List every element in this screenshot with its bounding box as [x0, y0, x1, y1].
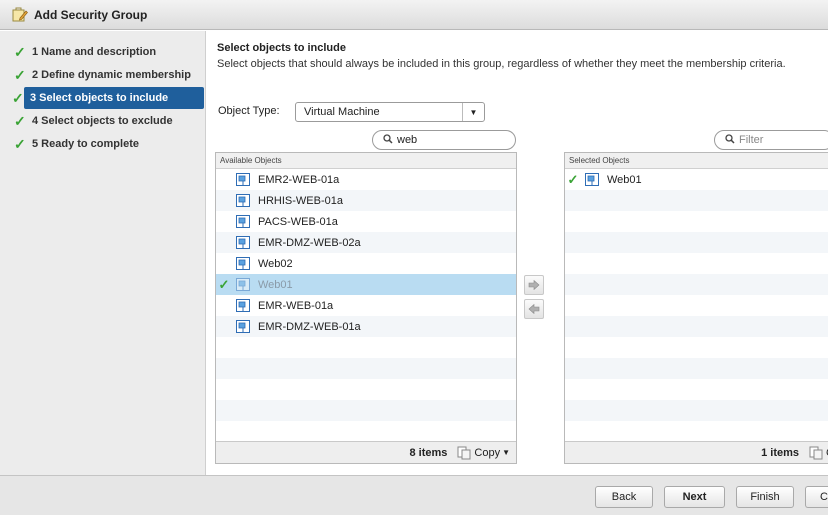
virtual-machine-icon	[236, 277, 252, 292]
item-label: EMR-DMZ-WEB-02a	[258, 236, 361, 249]
step-label: 5 Ready to complete	[32, 138, 139, 150]
step-select-objects-to-exclude[interactable]: ✓ 4 Select objects to exclude	[0, 110, 205, 132]
virtual-machine-icon	[236, 214, 252, 229]
available-objects-list[interactable]: Available Objects EMR2-WEB-01a HRHIS-WEB…	[215, 152, 517, 464]
selected-footer: 1 items C	[565, 441, 828, 463]
arrow-right-icon	[528, 280, 540, 290]
dropdown-arrow-icon[interactable]: ▼	[462, 103, 484, 121]
copy-button[interactable]: Copy ▼	[457, 446, 510, 460]
step-define-dynamic-membership[interactable]: ✓ 2 Define dynamic membership	[0, 64, 205, 86]
copy-icon	[809, 446, 823, 460]
selected-objects-header: Selected Objects	[565, 153, 828, 169]
list-item[interactable]: EMR2-WEB-01a	[216, 169, 516, 190]
dialog-titlebar: Add Security Group	[0, 0, 828, 30]
search-value: web	[397, 134, 418, 146]
copy-button[interactable]: C	[809, 446, 828, 460]
page-title: Select objects to include	[217, 42, 346, 54]
virtual-machine-icon	[585, 172, 601, 187]
search-icon	[725, 133, 735, 147]
search-icon	[383, 133, 393, 147]
item-count: 1 items	[761, 446, 800, 459]
item-count: 8 items	[409, 446, 448, 459]
virtual-machine-icon	[236, 193, 252, 208]
back-button[interactable]: Back	[595, 486, 653, 508]
cancel-button[interactable]: C	[805, 486, 828, 508]
arrow-left-icon	[528, 304, 540, 314]
list-item[interactable]: EMR-DMZ-WEB-02a	[216, 232, 516, 253]
list-item[interactable]: Web02	[216, 253, 516, 274]
step-select-objects-to-include[interactable]: ✓ 3 Select objects to include	[12, 87, 204, 109]
caret-down-icon: ▼	[502, 448, 510, 457]
dialog-footer: Back Next Finish C	[0, 475, 828, 515]
step-label: 2 Define dynamic membership	[32, 69, 191, 81]
check-icon: ✓	[14, 43, 26, 60]
item-label: EMR-WEB-01a	[258, 299, 334, 312]
copy-icon	[457, 446, 471, 460]
item-label: Web01	[607, 173, 642, 186]
check-icon: ✓	[14, 66, 26, 83]
step-content: Select objects to include Select objects…	[207, 31, 828, 475]
selected-rows: ✓ Web01	[565, 169, 828, 442]
check-icon: ✓	[218, 276, 230, 292]
check-icon: ✓	[14, 135, 26, 152]
dialog-title: Add Security Group	[34, 7, 148, 22]
security-group-icon	[12, 7, 28, 22]
object-type-select[interactable]: Virtual Machine ▼	[295, 102, 485, 122]
next-button[interactable]: Next	[664, 486, 725, 508]
list-item[interactable]: PACS-WEB-01a	[216, 211, 516, 232]
page-description: Select objects that should always be inc…	[217, 58, 786, 70]
virtual-machine-icon	[236, 319, 252, 334]
step-label: 1 Name and description	[32, 46, 157, 58]
list-item[interactable]: EMR-DMZ-WEB-01a	[216, 316, 516, 337]
item-label: Web02	[258, 257, 293, 270]
available-rows: EMR2-WEB-01a HRHIS-WEB-01a PACS-WEB-01a …	[216, 169, 516, 442]
virtual-machine-icon	[236, 298, 252, 313]
virtual-machine-icon	[236, 256, 252, 271]
available-search-input[interactable]: web	[372, 130, 516, 150]
step-name-and-description[interactable]: ✓ 1 Name and description	[0, 41, 205, 63]
wizard-steps: ✓ 1 Name and description ✓ 2 Define dyna…	[0, 31, 206, 475]
check-icon: ✓	[12, 89, 24, 106]
selected-filter-input[interactable]: Filter	[714, 130, 828, 150]
virtual-machine-icon	[236, 172, 252, 187]
item-label: EMR2-WEB-01a	[258, 173, 340, 186]
check-icon: ✓	[567, 171, 579, 187]
virtual-machine-icon	[236, 235, 252, 250]
list-item[interactable]: HRHIS-WEB-01a	[216, 190, 516, 211]
item-label: HRHIS-WEB-01a	[258, 194, 343, 207]
object-type-label: Object Type:	[218, 105, 280, 117]
available-footer: 8 items Copy ▼	[216, 441, 516, 463]
item-label: PACS-WEB-01a	[258, 215, 338, 228]
step-label: 3 Select objects to include	[30, 92, 169, 104]
step-ready-to-complete[interactable]: ✓ 5 Ready to complete	[0, 133, 205, 155]
check-icon: ✓	[14, 112, 26, 129]
step-label: 4 Select objects to exclude	[32, 115, 173, 127]
list-item-selected[interactable]: ✓ Web01	[216, 274, 516, 295]
add-to-selected-button[interactable]	[524, 275, 544, 295]
item-label: EMR-DMZ-WEB-01a	[258, 320, 361, 333]
item-label: Web01	[258, 278, 293, 291]
remove-from-selected-button[interactable]	[524, 299, 544, 319]
filter-placeholder: Filter	[739, 134, 764, 146]
list-item[interactable]: EMR-WEB-01a	[216, 295, 516, 316]
finish-button[interactable]: Finish	[736, 486, 794, 508]
selected-objects-list[interactable]: Selected Objects ✓ Web01 1 items	[564, 152, 828, 464]
copy-label: Copy	[474, 446, 501, 459]
object-type-value: Virtual Machine	[304, 106, 380, 118]
list-item[interactable]: ✓ Web01	[565, 169, 828, 190]
available-objects-header: Available Objects	[216, 153, 516, 169]
